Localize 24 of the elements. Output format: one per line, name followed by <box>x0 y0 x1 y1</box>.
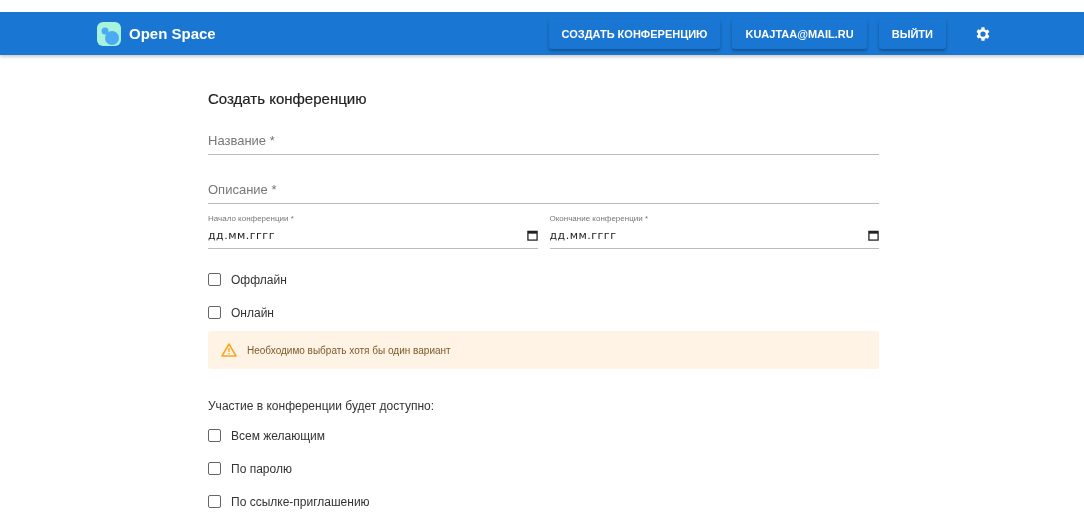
checkbox-label[interactable]: По паролю <box>231 461 292 476</box>
checkbox-label[interactable]: По ссылке-приглашению <box>231 494 370 509</box>
warning-icon <box>221 343 237 357</box>
settings-icon[interactable] <box>974 24 992 43</box>
checkbox[interactable] <box>208 273 221 286</box>
checkbox-label[interactable]: Онлайн <box>231 305 274 320</box>
checkbox-label[interactable]: Всем желающим <box>231 428 326 443</box>
section-label: Участие в конференции будет доступно: <box>208 399 436 413</box>
field-label: Начало конференции * <box>208 214 295 223</box>
header-button[interactable]: ВЫЙТИ <box>878 18 946 49</box>
checkbox[interactable] <box>208 495 221 508</box>
field-label: Окончание конференции * <box>549 214 649 223</box>
calendar-icon[interactable] <box>526 230 538 241</box>
checkbox[interactable] <box>208 429 221 442</box>
calendar-icon[interactable] <box>868 230 879 241</box>
brand-name[interactable]: Open Space <box>129 25 216 42</box>
header-button[interactable]: СОЗДАТЬ КОНФЕРЕНЦИЮ <box>548 18 721 49</box>
form-title: Создать конференцию <box>208 90 368 107</box>
checkbox[interactable] <box>208 462 221 475</box>
logo-icon <box>97 21 121 46</box>
checkbox[interactable] <box>208 306 221 319</box>
header-button[interactable]: KUAJTAA@MAIL.RU <box>732 18 867 49</box>
checkbox-label[interactable]: Оффлайн <box>231 272 287 287</box>
warning-text: Необходимо выбрать хотя бы один вариант <box>247 344 451 356</box>
